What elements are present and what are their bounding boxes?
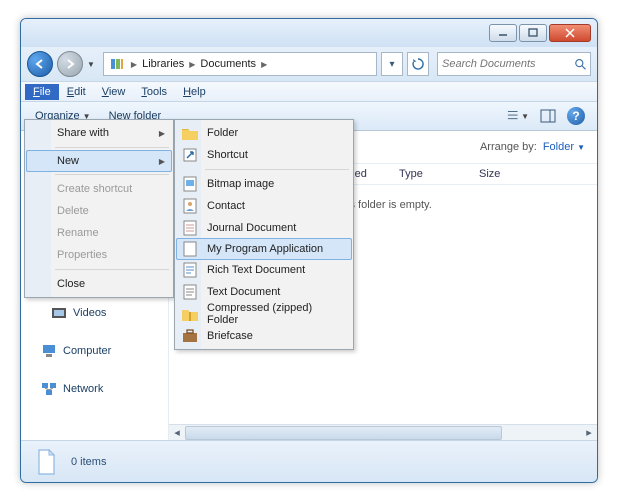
menu-create-shortcut: Create shortcut — [27, 178, 171, 200]
sidebar-item-label: Computer — [63, 345, 111, 357]
chevron-right-icon[interactable]: ▶ — [186, 60, 198, 69]
new-folder[interactable]: Folder — [177, 122, 351, 144]
sidebar-item-computer[interactable]: Computer — [23, 339, 166, 363]
folder-icon — [182, 125, 198, 141]
zip-folder-icon — [182, 306, 198, 322]
col-size[interactable]: Size — [469, 168, 597, 180]
menu-view[interactable]: View — [94, 84, 134, 100]
file-menu-dropdown: Share with▶ New▶ Create shortcut Delete … — [24, 119, 174, 298]
sidebar-item-network[interactable]: Network — [23, 377, 166, 401]
shortcut-icon — [182, 147, 198, 163]
titlebar — [21, 19, 597, 47]
menu-tools[interactable]: Tools — [133, 84, 175, 100]
briefcase-icon — [182, 328, 198, 344]
statusbar: 0 items — [21, 440, 597, 482]
forward-button[interactable] — [57, 51, 83, 77]
nav-row: ▼ ▶ Libraries ▶ Documents ▶ ▾ — [21, 47, 597, 81]
sidebar-item-label: Videos — [73, 307, 106, 319]
menu-separator — [205, 169, 349, 170]
breadcrumb[interactable]: ▶ Libraries ▶ Documents ▶ — [103, 52, 377, 76]
new-rtf[interactable]: Rich Text Document — [177, 259, 351, 281]
contact-icon — [182, 198, 198, 214]
search-icon — [574, 57, 586, 71]
menu-edit[interactable]: Edit — [59, 84, 94, 100]
maximize-button[interactable] — [519, 24, 547, 42]
rtf-icon — [182, 262, 198, 278]
help-button[interactable]: ? — [567, 107, 585, 125]
sidebar-item-label: Network — [63, 383, 103, 395]
breadcrumb-documents[interactable]: Documents — [198, 56, 258, 72]
menu-separator — [55, 174, 169, 175]
minimize-button[interactable] — [489, 24, 517, 42]
network-icon — [41, 381, 57, 397]
breadcrumb-libraries[interactable]: Libraries — [140, 56, 186, 72]
close-button[interactable] — [549, 24, 591, 42]
search-input[interactable] — [442, 58, 570, 70]
col-type[interactable]: Type — [389, 168, 469, 180]
menu-new[interactable]: New▶ — [26, 150, 172, 172]
new-bitmap[interactable]: Bitmap image — [177, 173, 351, 195]
new-my-program-app[interactable]: My Program Application — [176, 238, 352, 260]
scroll-right-button[interactable]: ▸ — [581, 426, 597, 440]
menu-share-with[interactable]: Share with▶ — [27, 122, 171, 144]
menu-properties: Properties — [27, 244, 171, 266]
menu-help[interactable]: Help — [175, 84, 214, 100]
computer-icon — [41, 343, 57, 359]
menubar: File Edit View Tools Help — [21, 81, 597, 101]
search-box[interactable] — [437, 52, 591, 76]
chevron-right-icon[interactable]: ▶ — [128, 60, 140, 69]
application-icon — [182, 241, 198, 257]
arrange-by-button[interactable]: Folder ▼ — [543, 141, 585, 153]
back-button[interactable] — [27, 51, 53, 77]
new-submenu: Folder Shortcut Bitmap image Contact Jou… — [174, 119, 354, 350]
arrange-by-label: Arrange by: — [480, 141, 537, 153]
explorer-window: ▼ ▶ Libraries ▶ Documents ▶ ▾ File Edit … — [20, 18, 598, 483]
new-zip[interactable]: Compressed (zipped) Folder — [177, 303, 351, 325]
sidebar-item-videos[interactable]: Videos — [23, 301, 166, 325]
preview-pane-button[interactable] — [537, 105, 559, 127]
new-text[interactable]: Text Document — [177, 281, 351, 303]
menu-file[interactable]: File — [25, 84, 59, 100]
libraries-icon — [109, 56, 125, 72]
menu-close[interactable]: Close — [27, 273, 171, 295]
menu-rename: Rename — [27, 222, 171, 244]
journal-icon — [182, 220, 198, 236]
scroll-left-button[interactable]: ◂ — [169, 426, 185, 440]
view-options-button[interactable]: ▼ — [507, 105, 529, 127]
chevron-right-icon[interactable]: ▶ — [258, 60, 270, 69]
history-dropdown[interactable]: ▼ — [87, 60, 95, 69]
status-item-count: 0 items — [71, 456, 106, 468]
horizontal-scrollbar[interactable]: ◂ ▸ — [169, 424, 597, 440]
videos-icon — [51, 305, 67, 321]
text-icon — [182, 284, 198, 300]
document-icon — [31, 447, 61, 477]
menu-separator — [55, 147, 169, 148]
new-journal[interactable]: Journal Document — [177, 217, 351, 239]
new-shortcut[interactable]: Shortcut — [177, 144, 351, 166]
bitmap-icon — [182, 176, 198, 192]
scroll-thumb[interactable] — [185, 426, 502, 440]
scroll-track[interactable] — [185, 426, 581, 440]
new-contact[interactable]: Contact — [177, 195, 351, 217]
menu-delete: Delete — [27, 200, 171, 222]
refresh-button[interactable] — [407, 52, 429, 76]
menu-separator — [55, 269, 169, 270]
new-briefcase[interactable]: Briefcase — [177, 325, 351, 347]
breadcrumb-dropdown[interactable]: ▾ — [381, 52, 403, 76]
